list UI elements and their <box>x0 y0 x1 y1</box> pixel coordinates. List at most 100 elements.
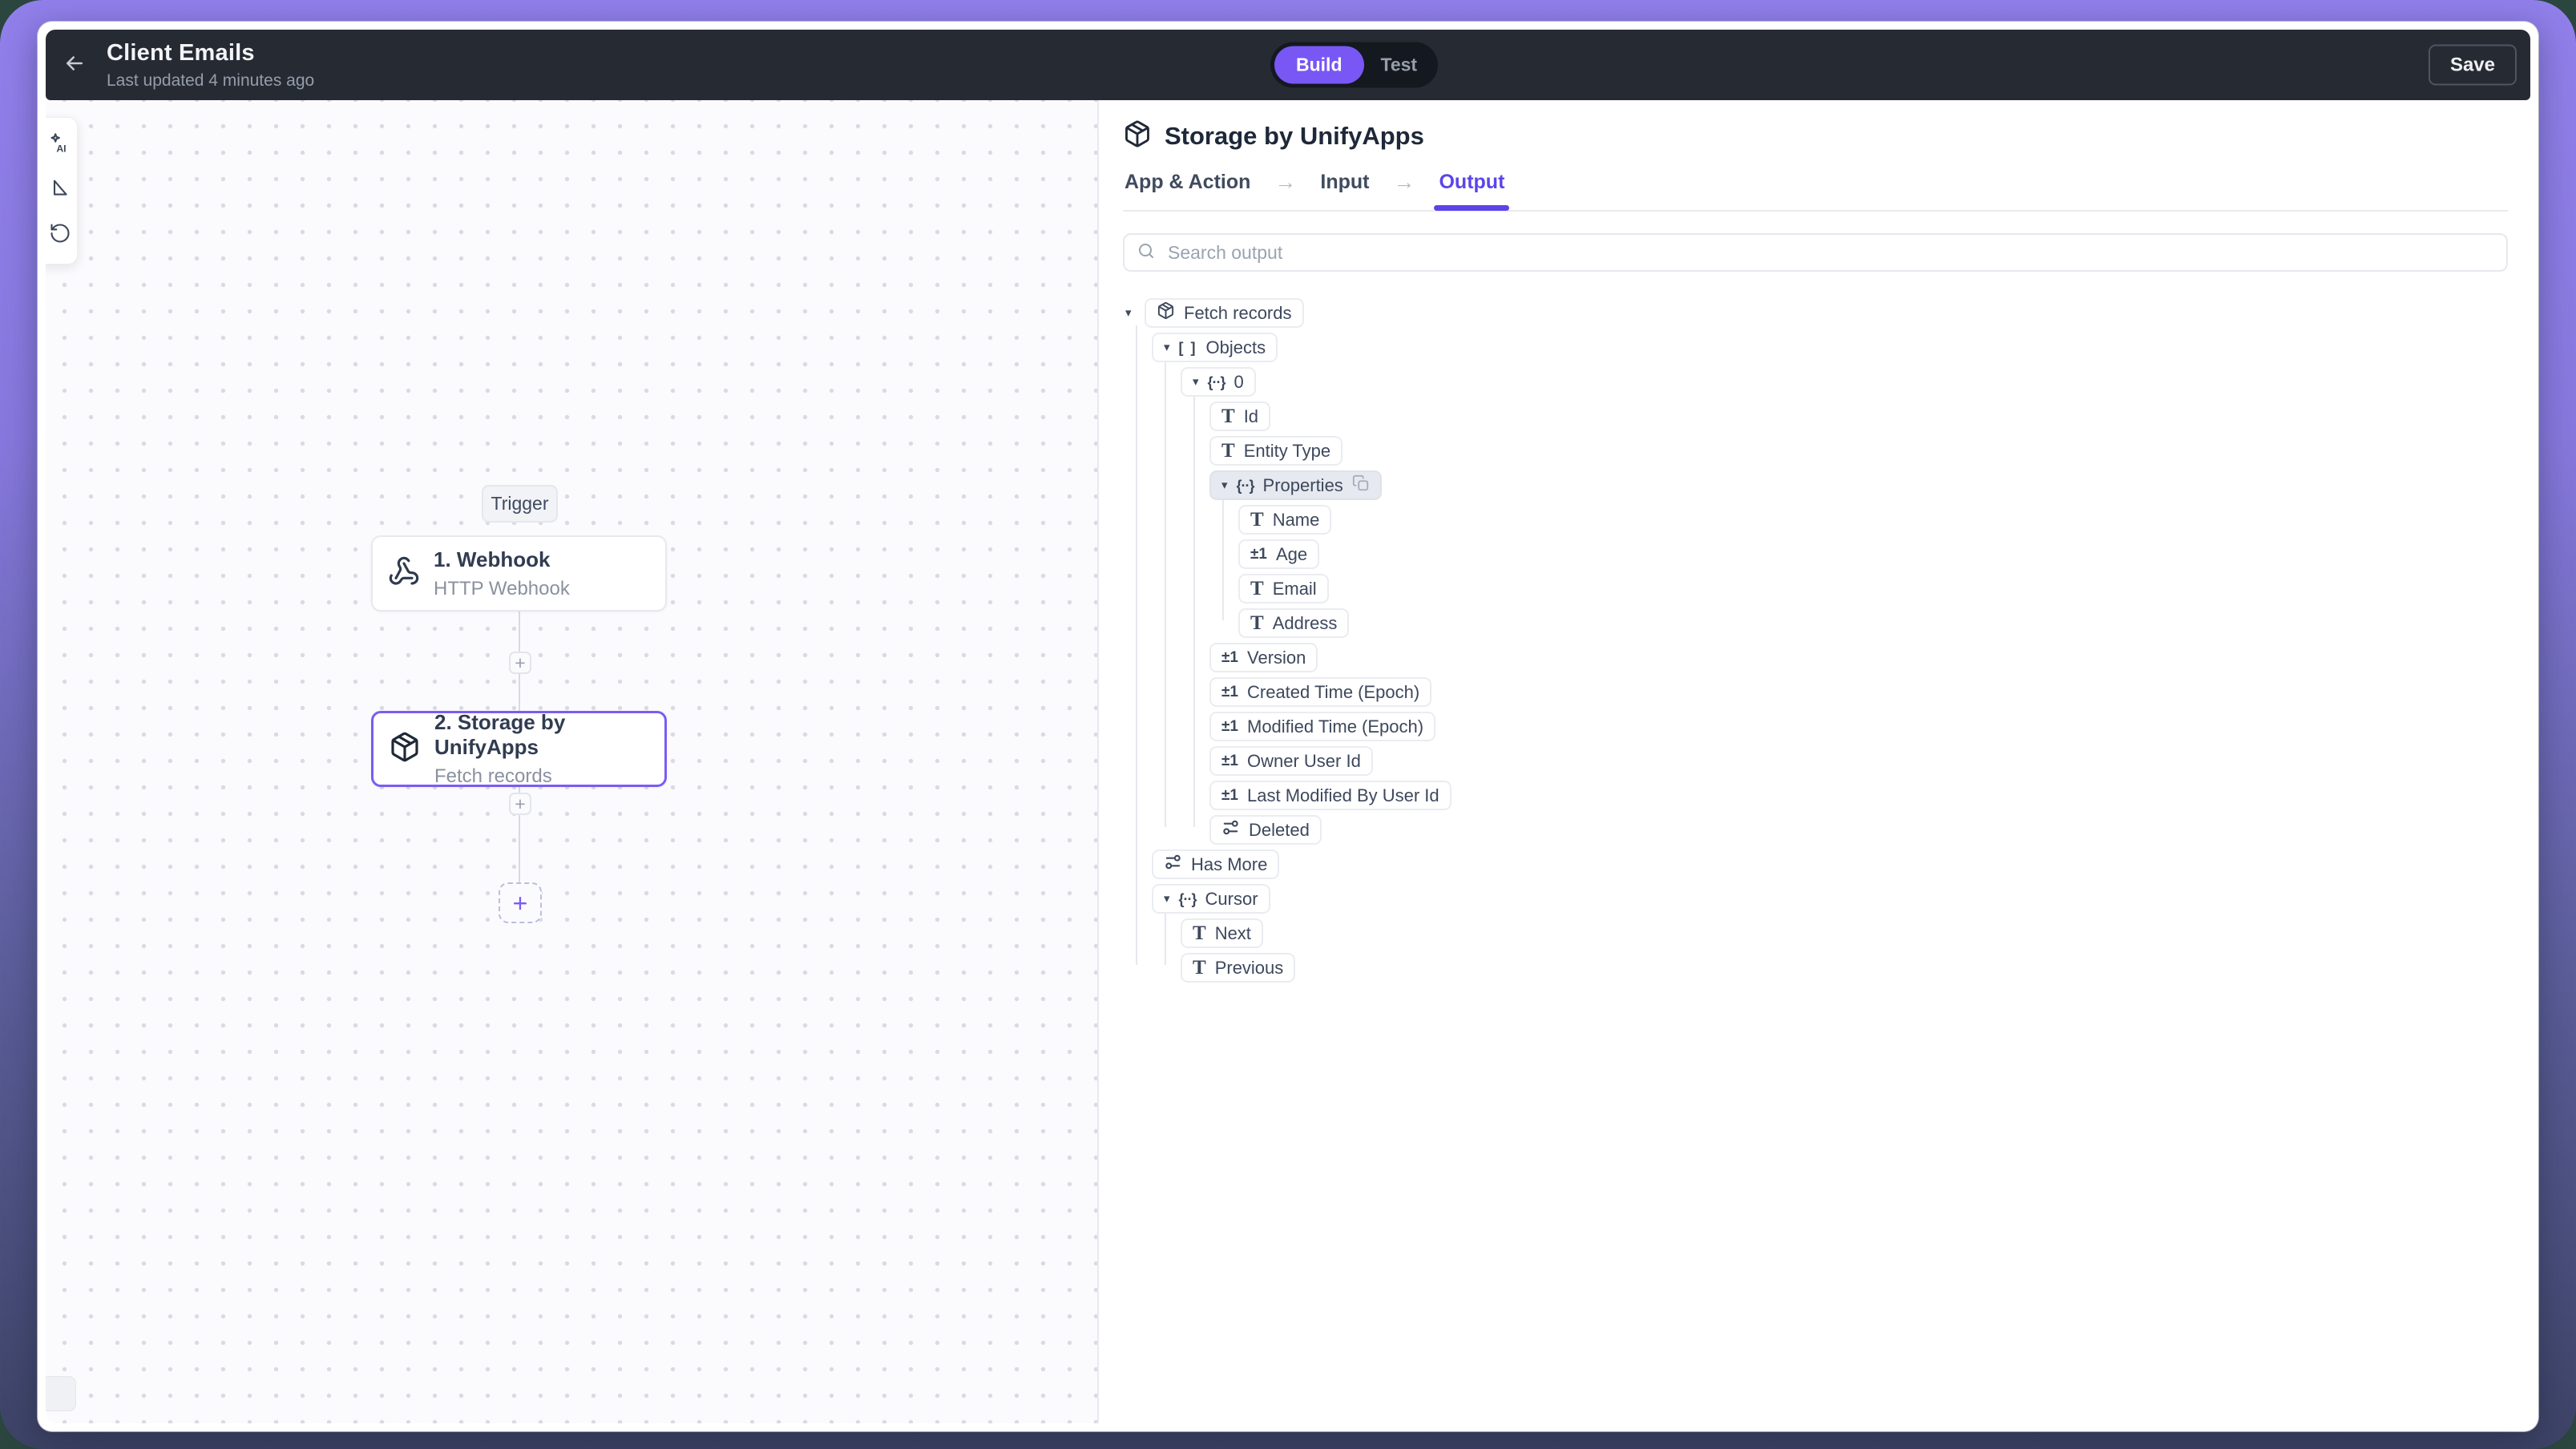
canvas-corner-control[interactable] <box>46 1376 76 1411</box>
field-label: Version <box>1247 647 1306 668</box>
trigger-label-chip[interactable]: Trigger <box>482 485 558 523</box>
field-label: Modified Time (Epoch) <box>1247 716 1424 737</box>
text-type-icon: T <box>1250 612 1264 634</box>
field-chip-entity-type[interactable]: T Entity Type <box>1209 436 1343 466</box>
tree-row-age: ±1 Age <box>1123 537 2508 571</box>
field-chip-address[interactable]: T Address <box>1238 608 1350 638</box>
node-webhook[interactable]: 1. Webhook HTTP Webhook <box>371 535 667 611</box>
field-chip-owner-user-id[interactable]: ±1 Owner User Id <box>1209 746 1373 776</box>
tab-arrow-icon: → <box>1274 170 1297 194</box>
field-chip-modified-time-epoch[interactable]: ±1 Modified Time (Epoch) <box>1209 712 1436 741</box>
field-chip-previous[interactable]: T Previous <box>1181 953 1296 983</box>
caret-down-icon: ▾ <box>1221 478 1228 492</box>
number-type-icon: ±1 <box>1221 684 1238 700</box>
text-type-icon: T <box>1250 509 1264 531</box>
tree-row-version: ±1 Version <box>1123 640 2508 675</box>
text-type-icon: T <box>1221 440 1235 462</box>
panel-title: Storage by UnifyApps <box>1165 121 1424 150</box>
field-label: Objects <box>1205 337 1266 357</box>
node-storage-by-unifyapps[interactable]: 2. Storage by UnifyApps Fetch records <box>371 710 667 788</box>
add-step-below-button[interactable]: + <box>509 793 531 815</box>
field-chip-deleted[interactable]: Deleted <box>1209 815 1322 845</box>
output-search-box <box>1123 233 2508 272</box>
object-type-icon: {··} <box>1236 477 1255 494</box>
add-next-step-placeholder[interactable]: + <box>499 882 542 923</box>
tab-output[interactable]: Output <box>1434 171 1510 211</box>
field-chip-fetch-records[interactable]: Fetch records <box>1145 298 1304 328</box>
caret-down-icon[interactable]: ▾ <box>1123 307 1145 319</box>
object-type-icon: {··} <box>1178 890 1197 907</box>
back-arrow-icon <box>63 51 87 79</box>
tree-row-previous: T Previous <box>1123 951 2508 985</box>
field-chip-0[interactable]: ▾ {··} 0 <box>1181 367 1256 397</box>
history-icon[interactable] <box>49 222 71 244</box>
field-chip-email[interactable]: T Email <box>1238 574 1329 603</box>
field-label: Id <box>1243 406 1259 426</box>
field-chip-version[interactable]: ±1 Version <box>1209 643 1318 672</box>
copy-icon[interactable] <box>1352 474 1370 497</box>
field-chip-has-more[interactable]: Has More <box>1152 850 1280 879</box>
field-chip-name[interactable]: T Name <box>1238 505 1332 535</box>
tree-row-next: T Next <box>1123 916 2508 951</box>
tree-row-fetch-records: ▾ Fetch records <box>1123 296 2508 330</box>
tab-arrow-icon: → <box>1393 170 1415 194</box>
tree-row-owner-user-id: ±1 Owner User Id <box>1123 744 2508 778</box>
select-tool-icon[interactable] <box>49 177 71 200</box>
tree-row-last-modified-by-user-id: ±1 Last Modified By User Id <box>1123 778 2508 813</box>
toggle-test[interactable]: Test <box>1364 46 1435 84</box>
back-button[interactable] <box>57 47 92 83</box>
field-chip-next[interactable]: T Next <box>1181 918 1263 948</box>
content-area: AI Trigger 1. Webhook HTTP Webhook + 2. … <box>46 100 2530 1423</box>
save-button[interactable]: Save <box>2428 44 2517 86</box>
add-step-between-button[interactable]: + <box>509 652 531 674</box>
node-texts: 2. Storage by UnifyApps Fetch records <box>434 710 664 788</box>
node-subtitle: HTTP Webhook <box>434 577 570 599</box>
field-chip-created-time-epoch[interactable]: ±1 Created Time (Epoch) <box>1209 677 1432 707</box>
tree-row-address: T Address <box>1123 606 2508 640</box>
canvas-toolbar: AI <box>46 117 78 264</box>
number-type-icon: ±1 <box>1250 546 1267 563</box>
toggle-build[interactable]: Build <box>1274 46 1364 84</box>
tab-app-and-action[interactable]: App & Action <box>1123 171 1252 209</box>
number-type-icon: ±1 <box>1221 787 1238 804</box>
field-label: Deleted <box>1249 819 1310 840</box>
build-test-toggle: Build Test <box>1270 42 1439 88</box>
field-label: Cursor <box>1205 888 1258 909</box>
step-config-panel: Storage by UnifyApps App & Action → Inpu… <box>1099 100 2530 1423</box>
field-chip-objects[interactable]: ▾ [ ] Objects <box>1152 333 1278 362</box>
boolean-type-icon <box>1164 853 1182 876</box>
field-label: Email <box>1272 578 1317 599</box>
tree-row-objects: ▾ [ ] Objects <box>1123 330 2508 365</box>
field-label: Entity Type <box>1243 440 1331 461</box>
tree-row-modified-time-epoch: ±1 Modified Time (Epoch) <box>1123 709 2508 744</box>
field-label: Name <box>1272 509 1320 530</box>
tree-row-created-time-epoch: ±1 Created Time (Epoch) <box>1123 675 2508 709</box>
tree-row-id: T Id <box>1123 399 2508 434</box>
search-output-input[interactable] <box>1166 240 2494 264</box>
object-type-icon: {··} <box>1207 373 1226 390</box>
field-chip-cursor[interactable]: ▾ {··} Cursor <box>1152 884 1270 914</box>
node-title: 2. Storage by UnifyApps <box>434 710 566 759</box>
tab-input[interactable]: Input <box>1318 171 1371 209</box>
tree-row-entity-type: T Entity Type <box>1123 434 2508 468</box>
package-icon <box>1157 301 1175 325</box>
node-subtitle: Fetch records <box>434 765 552 787</box>
node-title: 1. Webhook <box>434 547 551 571</box>
field-label: Properties <box>1262 474 1343 495</box>
tree-row-has-more: Has More <box>1123 847 2508 882</box>
text-type-icon: T <box>1193 957 1206 979</box>
app-header-bar: Client Emails Last updated 4 minutes ago… <box>46 30 2530 100</box>
workflow-title: Client Emails <box>107 39 255 66</box>
field-chip-properties[interactable]: ▾ {··} Properties <box>1209 470 1382 500</box>
text-type-icon: T <box>1221 406 1235 427</box>
field-label: Fetch records <box>1184 302 1292 323</box>
tree-row-0: ▾ {··} 0 <box>1123 365 2508 399</box>
field-chip-age[interactable]: ±1 Age <box>1238 539 1320 569</box>
field-chip-last-modified-by-user-id[interactable]: ±1 Last Modified By User Id <box>1209 781 1452 810</box>
field-label: Last Modified By User Id <box>1247 785 1439 805</box>
output-schema-tree: ▾ Fetch records ▾ [ ] Objects ▾ {··} 0 T Id T Entit… <box>1123 296 2508 985</box>
field-chip-id[interactable]: T Id <box>1209 402 1271 431</box>
workflow-canvas[interactable]: AI Trigger 1. Webhook HTTP Webhook + 2. … <box>46 100 1097 1423</box>
ai-icon[interactable]: AI <box>49 132 71 155</box>
node-texts: 1. Webhook HTTP Webhook <box>434 547 570 600</box>
